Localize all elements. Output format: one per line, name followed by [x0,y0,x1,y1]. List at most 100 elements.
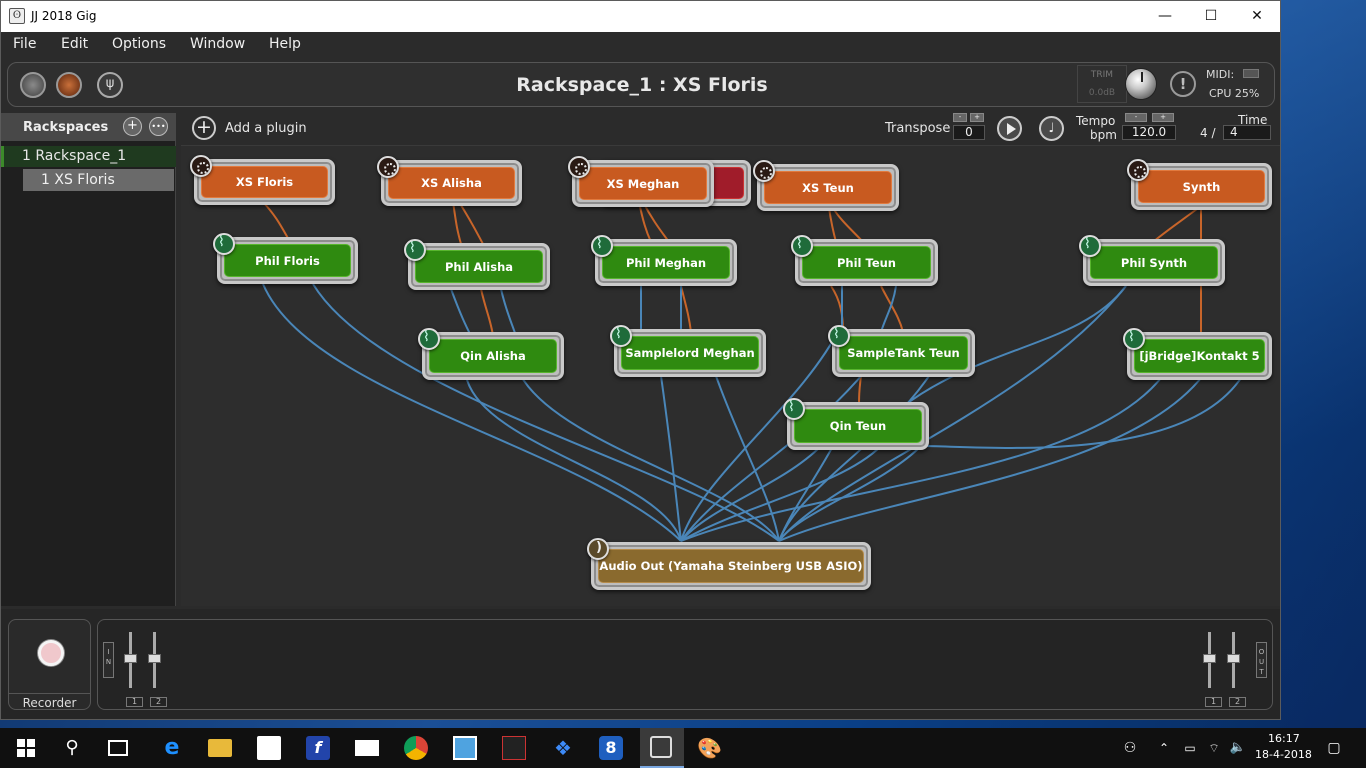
rackspace-item[interactable]: 1 Rackspace_1 [1,146,176,167]
midi-port-icon[interactable] [753,160,775,182]
clock-time[interactable]: 16:17 [1268,732,1300,745]
music-app-icon[interactable]: 8 [599,736,623,760]
battery-icon[interactable]: ▭ [1178,736,1202,760]
midi-in-node[interactable]: XS Alisha [377,156,522,206]
menu-bar: File Edit Options Window Help [1,32,1280,57]
midi-in-node[interactable]: Synth [1127,159,1272,210]
midi-in-node[interactable]: XS Teun [753,160,899,211]
notes-app-icon[interactable] [453,736,477,760]
add-plugin-icon[interactable]: + [192,116,216,140]
wallpaper-light-beam [1280,0,1366,728]
recorder-panel: Recorder [8,619,91,710]
node-label: Phil Meghan [625,255,707,270]
plugin-wave-icon[interactable] [610,325,632,347]
record-button[interactable] [38,640,64,666]
audio-app-icon[interactable] [502,736,526,760]
search-icon[interactable]: ⚲ [60,736,84,760]
windows-start-icon[interactable] [14,736,38,760]
plugin-wave-icon[interactable] [1123,328,1145,350]
mail-icon[interactable] [355,740,379,756]
plugin-node[interactable]: Phil Floris [213,233,358,284]
plugin-node[interactable]: Qin Teun [783,398,929,450]
plugin-wave-icon[interactable] [791,235,813,257]
wiring-toolbar: + Add a plugin Transpose - + 0 ♩ Tempo b… [181,113,1280,143]
midi-cable [680,285,692,333]
close-button[interactable]: ✕ [1234,1,1280,32]
play-button[interactable] [997,116,1022,141]
node-label: Phil Floris [255,253,320,268]
gig-performer-taskbar-icon[interactable] [640,728,684,768]
plugin-wave-icon[interactable] [828,325,850,347]
menu-window[interactable]: Window [190,36,245,52]
audio-out-node[interactable]: Audio Out (Yamaha Steinberg USB ASIO) [587,538,871,590]
plugin-wave-icon[interactable] [418,328,440,350]
notifications-icon[interactable]: ▢ [1322,736,1346,760]
plugin-node[interactable]: Phil Teun [791,235,938,286]
transpose-down-button[interactable]: - [953,113,967,122]
file-explorer-icon[interactable] [208,739,232,757]
midi-in-node[interactable]: XS Floris [190,155,335,205]
rackspace-options-button[interactable]: ••• [149,117,168,136]
midi-port-icon[interactable] [190,155,212,177]
show-hidden-icons[interactable]: ⌃ [1152,736,1176,760]
node-label: Phil Synth [1120,255,1188,270]
edge-icon[interactable]: e [160,736,184,760]
node-label: XS Teun [802,180,854,195]
clock-date[interactable]: 18-4-2018 [1255,748,1312,761]
tempo-value[interactable]: 120.0 [1122,125,1176,140]
paint-icon[interactable]: 🎨 [697,736,722,760]
panic-button[interactable]: ! [1170,71,1196,97]
dropbox-icon[interactable]: ❖ [551,736,575,760]
maximize-button[interactable]: ☐ [1188,1,1234,32]
time-signature-numerator[interactable]: 4 / [1200,126,1216,140]
plugin-wave-icon[interactable] [404,239,426,261]
plugin-wave-icon[interactable] [591,235,613,257]
store-icon[interactable] [257,736,281,760]
speaker-icon[interactable] [587,538,609,560]
plugin-wave-icon[interactable] [213,233,235,255]
plugin-node[interactable]: SampleTank Teun [828,325,975,377]
tempo-down-button[interactable]: - [1125,113,1147,122]
input-fader-2[interactable] [148,632,161,688]
rackspaces-title: Rackspaces [23,120,109,135]
wiring-canvas[interactable]: XS Floris XS Alisha a Steinb XS Meghan X… [181,145,1280,606]
plugin-node[interactable]: Qin Alisha [418,328,564,380]
transpose-value[interactable]: 0 [953,125,985,140]
title-bar[interactable]: ʘ JJ 2018 Gig — ☐ ✕ [1,1,1280,32]
midi-in-node[interactable]: XS Meghan [568,156,714,207]
plugin-node[interactable]: Phil Alisha [404,239,550,290]
menu-file[interactable]: File [13,36,36,52]
node-label: [jBridge]Kontakt 5 [1139,349,1260,363]
variation-item[interactable]: 1 XS Floris [23,169,174,191]
plugin-wave-icon[interactable] [1079,235,1101,257]
menu-edit[interactable]: Edit [61,36,88,52]
people-icon[interactable]: ⚇ [1118,736,1142,760]
output-fader-2[interactable] [1227,632,1240,688]
output-fader-1[interactable] [1203,632,1216,688]
midi-port-icon[interactable] [568,156,590,178]
plugin-wave-icon[interactable] [783,398,805,420]
input-channel-1: 1 [126,697,143,707]
volume-icon[interactable]: 🔈 [1226,736,1250,760]
tempo-up-button[interactable]: + [1152,113,1174,122]
time-signature-denominator[interactable]: 4 [1223,125,1271,140]
chrome-icon[interactable] [404,736,428,760]
minimize-button[interactable]: — [1142,1,1188,32]
task-view-icon[interactable] [108,740,128,756]
plugin-node[interactable]: Phil Synth [1079,235,1225,286]
plugin-node[interactable]: Samplelord Meghan [610,325,766,377]
add-plugin-label[interactable]: Add a plugin [225,121,307,136]
menu-help[interactable]: Help [269,36,301,52]
plugin-node[interactable]: Phil Meghan [591,235,737,286]
input-fader-1[interactable] [124,632,137,688]
wifi-icon[interactable]: ⌔ [1202,736,1226,760]
metronome-icon[interactable]: ♩ [1039,116,1064,141]
finale-icon[interactable]: f [306,736,330,760]
menu-options[interactable]: Options [112,36,166,52]
trim-knob[interactable] [1125,68,1157,100]
add-rackspace-button[interactable]: + [123,117,142,136]
transpose-up-button[interactable]: + [970,113,984,122]
midi-port-icon[interactable] [1127,159,1149,181]
plugin-node[interactable]: [jBridge]Kontakt 5 [1123,328,1272,380]
midi-port-icon[interactable] [377,156,399,178]
